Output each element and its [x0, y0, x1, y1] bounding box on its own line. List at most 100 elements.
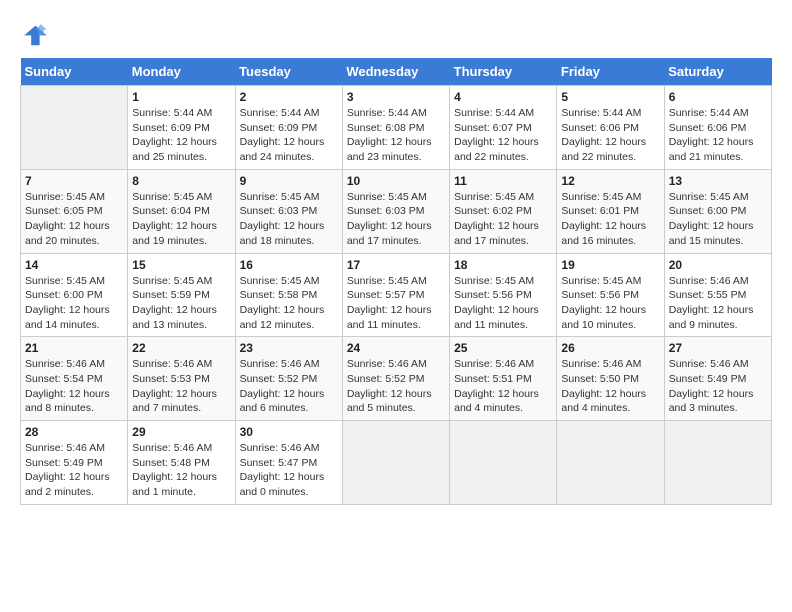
day-info: Sunrise: 5:45 AMSunset: 6:00 PMDaylight:…: [25, 274, 123, 333]
day-info: Sunrise: 5:44 AMSunset: 6:09 PMDaylight:…: [240, 106, 338, 165]
day-info: Sunrise: 5:46 AMSunset: 5:47 PMDaylight:…: [240, 441, 338, 500]
calendar-cell: 1 Sunrise: 5:44 AMSunset: 6:09 PMDaylight…: [128, 86, 235, 170]
calendar-cell: 3 Sunrise: 5:44 AMSunset: 6:08 PMDaylight…: [342, 86, 449, 170]
logo: [20, 20, 52, 48]
day-number: 15: [132, 258, 230, 272]
calendar-cell: 20 Sunrise: 5:46 AMSunset: 5:55 PMDayligh…: [664, 253, 771, 337]
weekday-header-sunday: Sunday: [21, 58, 128, 86]
calendar-cell: 8Sunrise: 5:45 AMSunset: 6:04 PMDaylight…: [128, 169, 235, 253]
day-info: Sunrise: 5:45 AMSunset: 5:56 PMDaylight:…: [454, 274, 552, 333]
day-number: 30: [240, 425, 338, 439]
day-info: Sunrise: 5:45 AMSunset: 5:56 PMDaylight:…: [561, 274, 659, 333]
calendar-cell: [342, 421, 449, 505]
day-info: Sunrise: 5:45 AMSunset: 6:00 PMDaylight:…: [669, 190, 767, 249]
day-number: 1: [132, 90, 230, 104]
calendar-cell: 29 Sunrise: 5:46 AMSunset: 5:48 PMDayligh…: [128, 421, 235, 505]
calendar-cell: 28Sunrise: 5:46 AMSunset: 5:49 PMDayligh…: [21, 421, 128, 505]
week-row-3: 14Sunrise: 5:45 AMSunset: 6:00 PMDayligh…: [21, 253, 772, 337]
calendar-cell: 2 Sunrise: 5:44 AMSunset: 6:09 PMDaylight…: [235, 86, 342, 170]
day-number: 29: [132, 425, 230, 439]
day-number: 2: [240, 90, 338, 104]
day-info: Sunrise: 5:46 AMSunset: 5:48 PMDaylight:…: [132, 441, 230, 500]
day-number: 25: [454, 341, 552, 355]
logo-icon: [20, 20, 48, 48]
day-number: 24: [347, 341, 445, 355]
calendar-cell: 25 Sunrise: 5:46 AMSunset: 5:51 PMDayligh…: [450, 337, 557, 421]
day-info: Sunrise: 5:45 AMSunset: 6:03 PMDaylight:…: [347, 190, 445, 249]
calendar-cell: 27 Sunrise: 5:46 AMSunset: 5:49 PMDayligh…: [664, 337, 771, 421]
day-info: Sunrise: 5:45 AMSunset: 5:59 PMDaylight:…: [132, 274, 230, 333]
calendar-cell: 9 Sunrise: 5:45 AMSunset: 6:03 PMDaylight…: [235, 169, 342, 253]
day-number: 4: [454, 90, 552, 104]
weekday-header-friday: Friday: [557, 58, 664, 86]
calendar-cell: 24 Sunrise: 5:46 AMSunset: 5:52 PMDayligh…: [342, 337, 449, 421]
day-info: Sunrise: 5:46 AMSunset: 5:51 PMDaylight:…: [454, 357, 552, 416]
calendar-cell: [21, 86, 128, 170]
day-info: Sunrise: 5:46 AMSunset: 5:54 PMDaylight:…: [25, 357, 123, 416]
calendar-cell: 10Sunrise: 5:45 AMSunset: 6:03 PMDayligh…: [342, 169, 449, 253]
day-info: Sunrise: 5:45 AMSunset: 5:58 PMDaylight:…: [240, 274, 338, 333]
calendar-cell: 16 Sunrise: 5:45 AMSunset: 5:58 PMDayligh…: [235, 253, 342, 337]
page-header: [20, 20, 772, 48]
calendar-cell: [450, 421, 557, 505]
day-number: 13: [669, 174, 767, 188]
day-number: 20: [669, 258, 767, 272]
day-number: 18: [454, 258, 552, 272]
day-number: 5: [561, 90, 659, 104]
weekday-header-wednesday: Wednesday: [342, 58, 449, 86]
day-number: 26: [561, 341, 659, 355]
day-info: Sunrise: 5:46 AMSunset: 5:53 PMDaylight:…: [132, 357, 230, 416]
day-info: Sunrise: 5:44 AMSunset: 6:06 PMDaylight:…: [669, 106, 767, 165]
day-number: 8: [132, 174, 230, 188]
day-info: Sunrise: 5:46 AMSunset: 5:49 PMDaylight:…: [669, 357, 767, 416]
week-row-4: 21 Sunrise: 5:46 AMSunset: 5:54 PMDayligh…: [21, 337, 772, 421]
calendar-cell: 12 Sunrise: 5:45 AMSunset: 6:01 PMDayligh…: [557, 169, 664, 253]
day-info: Sunrise: 5:46 AMSunset: 5:52 PMDaylight:…: [240, 357, 338, 416]
day-number: 22: [132, 341, 230, 355]
weekday-header-tuesday: Tuesday: [235, 58, 342, 86]
weekday-header-monday: Monday: [128, 58, 235, 86]
calendar-cell: 17Sunrise: 5:45 AMSunset: 5:57 PMDayligh…: [342, 253, 449, 337]
calendar-cell: 14Sunrise: 5:45 AMSunset: 6:00 PMDayligh…: [21, 253, 128, 337]
day-info: Sunrise: 5:46 AMSunset: 5:50 PMDaylight:…: [561, 357, 659, 416]
calendar-cell: 4Sunrise: 5:44 AMSunset: 6:07 PMDaylight…: [450, 86, 557, 170]
calendar-cell: 11 Sunrise: 5:45 AMSunset: 6:02 PMDayligh…: [450, 169, 557, 253]
day-info: Sunrise: 5:46 AMSunset: 5:52 PMDaylight:…: [347, 357, 445, 416]
calendar-cell: [664, 421, 771, 505]
weekday-header-thursday: Thursday: [450, 58, 557, 86]
day-info: Sunrise: 5:44 AMSunset: 6:09 PMDaylight:…: [132, 106, 230, 165]
week-row-2: 7Sunrise: 5:45 AMSunset: 6:05 PMDaylight…: [21, 169, 772, 253]
day-info: Sunrise: 5:46 AMSunset: 5:55 PMDaylight:…: [669, 274, 767, 333]
day-info: Sunrise: 5:45 AMSunset: 6:02 PMDaylight:…: [454, 190, 552, 249]
day-info: Sunrise: 5:44 AMSunset: 6:08 PMDaylight:…: [347, 106, 445, 165]
day-info: Sunrise: 5:45 AMSunset: 6:05 PMDaylight:…: [25, 190, 123, 249]
day-number: 21: [25, 341, 123, 355]
day-number: 6: [669, 90, 767, 104]
day-number: 12: [561, 174, 659, 188]
day-info: Sunrise: 5:45 AMSunset: 6:03 PMDaylight:…: [240, 190, 338, 249]
day-number: 23: [240, 341, 338, 355]
calendar-table: SundayMondayTuesdayWednesdayThursdayFrid…: [20, 58, 772, 505]
weekday-header-row: SundayMondayTuesdayWednesdayThursdayFrid…: [21, 58, 772, 86]
calendar-cell: 21 Sunrise: 5:46 AMSunset: 5:54 PMDayligh…: [21, 337, 128, 421]
day-number: 11: [454, 174, 552, 188]
day-number: 17: [347, 258, 445, 272]
calendar-cell: 19 Sunrise: 5:45 AMSunset: 5:56 PMDayligh…: [557, 253, 664, 337]
day-info: Sunrise: 5:45 AMSunset: 6:01 PMDaylight:…: [561, 190, 659, 249]
calendar-cell: 6 Sunrise: 5:44 AMSunset: 6:06 PMDaylight…: [664, 86, 771, 170]
calendar-cell: 15 Sunrise: 5:45 AMSunset: 5:59 PMDayligh…: [128, 253, 235, 337]
calendar-cell: [557, 421, 664, 505]
calendar-cell: 22 Sunrise: 5:46 AMSunset: 5:53 PMDayligh…: [128, 337, 235, 421]
day-number: 16: [240, 258, 338, 272]
day-number: 19: [561, 258, 659, 272]
calendar-cell: 26 Sunrise: 5:46 AMSunset: 5:50 PMDayligh…: [557, 337, 664, 421]
day-number: 9: [240, 174, 338, 188]
day-info: Sunrise: 5:46 AMSunset: 5:49 PMDaylight:…: [25, 441, 123, 500]
week-row-1: 1 Sunrise: 5:44 AMSunset: 6:09 PMDaylight…: [21, 86, 772, 170]
calendar-cell: 23 Sunrise: 5:46 AMSunset: 5:52 PMDayligh…: [235, 337, 342, 421]
calendar-cell: 13 Sunrise: 5:45 AMSunset: 6:00 PMDayligh…: [664, 169, 771, 253]
week-row-5: 28Sunrise: 5:46 AMSunset: 5:49 PMDayligh…: [21, 421, 772, 505]
day-number: 27: [669, 341, 767, 355]
day-info: Sunrise: 5:44 AMSunset: 6:06 PMDaylight:…: [561, 106, 659, 165]
day-number: 3: [347, 90, 445, 104]
